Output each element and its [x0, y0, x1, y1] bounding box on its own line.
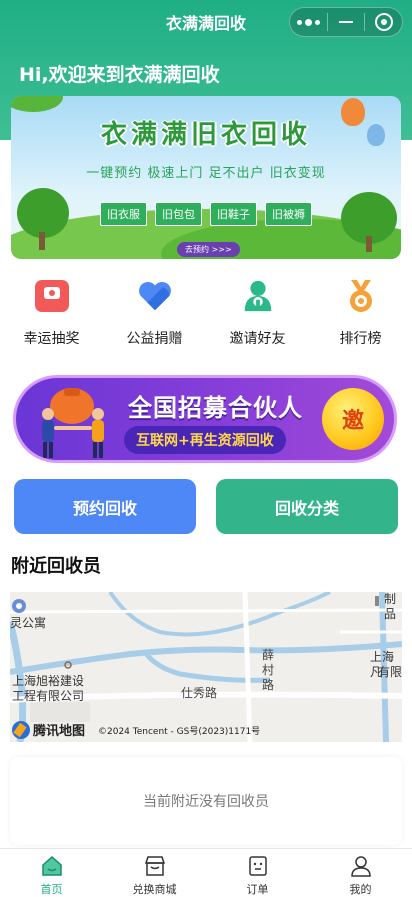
no-collectors-card: 当前附近没有回收员 — [10, 757, 402, 845]
banner-title: 衣满满旧衣回收 — [100, 120, 311, 150]
nearby-map[interactable]: 灵公寓 上海旭裕建设 工程有限公司 仕秀路 薛 村 路 制品 上海凡 有限 腾讯… — [10, 592, 402, 742]
tab-mine[interactable]: 我的 — [309, 849, 412, 897]
lottery-icon — [34, 278, 70, 314]
invite-badge: 邀 — [322, 388, 384, 450]
close-target-icon — [374, 13, 393, 31]
home-icon — [41, 855, 62, 876]
quick-action-lottery[interactable]: 幸运抽奖 — [0, 278, 103, 350]
quick-action-label: 幸运抽奖 — [23, 331, 80, 347]
quick-action-label: 邀请好友 — [229, 331, 286, 347]
empty-state-text: 当前附近没有回收员 — [143, 794, 269, 810]
banner-tag: 旧包包 — [155, 202, 202, 226]
partners-handshake-icon — [42, 388, 104, 458]
map-logo-text: 腾讯地图 — [33, 724, 86, 739]
close-button[interactable] — [365, 8, 402, 36]
medal-icon — [343, 278, 379, 314]
map-label-company: 工程有限公司 — [12, 689, 85, 703]
nearby-collectors-title: 附近回收员 — [11, 556, 101, 577]
more-dots-icon — [296, 18, 320, 26]
banner-tag: 旧衣服 — [100, 202, 147, 226]
tree-trunk — [39, 232, 45, 250]
user-icon — [350, 856, 371, 877]
minimize-icon — [339, 21, 353, 23]
banner-tag: 旧被褥 — [265, 202, 312, 226]
tab-home[interactable]: 首页 — [0, 849, 103, 897]
invite-friends-icon — [240, 278, 276, 314]
tab-shop[interactable]: 兑换商城 — [103, 849, 206, 897]
recruit-partner-banner[interactable]: 全国招募合伙人 互联网+再生资源回收 邀 — [13, 375, 397, 463]
heart-icon — [137, 278, 173, 314]
tab-label: 首页 — [40, 883, 63, 896]
more-button[interactable] — [290, 8, 327, 36]
banner-tag: 旧鞋子 — [210, 202, 257, 226]
shop-icon — [144, 856, 165, 876]
tencent-map-logo-icon — [12, 720, 30, 739]
banner-cta-button[interactable]: 去预约 >>> — [177, 242, 240, 257]
tencent-map-logo: 腾讯地图 — [12, 720, 85, 739]
map-label-poi: 有限 — [378, 665, 402, 679]
quick-action-donate[interactable]: 公益捐赠 — [103, 278, 206, 350]
quick-action-label: 公益捐赠 — [126, 331, 183, 347]
recycling-category-button[interactable]: 回收分类 — [216, 479, 398, 534]
map-copyright: ©2024 Tencent - GS号(2023)1171号 — [98, 727, 261, 737]
quick-actions: 幸运抽奖 公益捐赠 邀请好友 排行榜 — [0, 278, 412, 350]
tab-label: 我的 — [349, 883, 372, 896]
quick-action-label: 排行榜 — [339, 331, 382, 347]
banner-subtitle: 一键预约 极速上门 足不出户 旧衣变现 — [86, 166, 326, 181]
tab-label: 订单 — [246, 883, 269, 896]
tree-trunk — [366, 236, 372, 252]
tab-orders[interactable]: 订单 — [206, 849, 309, 897]
book-recycling-button[interactable]: 预约回收 — [14, 479, 196, 534]
leaf-icon — [11, 96, 63, 112]
quick-action-ranking[interactable]: 排行榜 — [309, 278, 412, 350]
mini-program-capsule — [289, 7, 403, 37]
order-icon — [248, 856, 267, 876]
recruit-subtitle: 互联网+再生资源回收 — [124, 426, 286, 454]
quick-action-invite[interactable]: 邀请好友 — [206, 278, 309, 350]
greeting-text: Hi,欢迎来到衣满满回收 — [19, 64, 220, 86]
tab-label: 兑换商城 — [132, 883, 177, 896]
minimize-button[interactable] — [328, 8, 365, 36]
map-road-label: 仕秀路 — [181, 686, 218, 700]
recruit-title: 全国招募合伙人 — [128, 394, 303, 422]
map-label-apartment: 灵公寓 — [10, 616, 47, 630]
map-label-poi: 制品 — [384, 592, 397, 621]
promo-banner[interactable]: 衣满满旧衣回收 一键预约 极速上门 足不出户 旧衣变现 旧衣服 旧包包 旧鞋子 … — [11, 96, 401, 259]
map-label-company: 上海旭裕建设 — [12, 674, 85, 688]
map-road-label: 薛 村 路 — [262, 648, 275, 692]
bottom-tab-bar: 首页 兑换商城 订单 我的 — [0, 848, 412, 897]
banner-tags: 旧衣服 旧包包 旧鞋子 旧被褥 — [11, 202, 401, 226]
